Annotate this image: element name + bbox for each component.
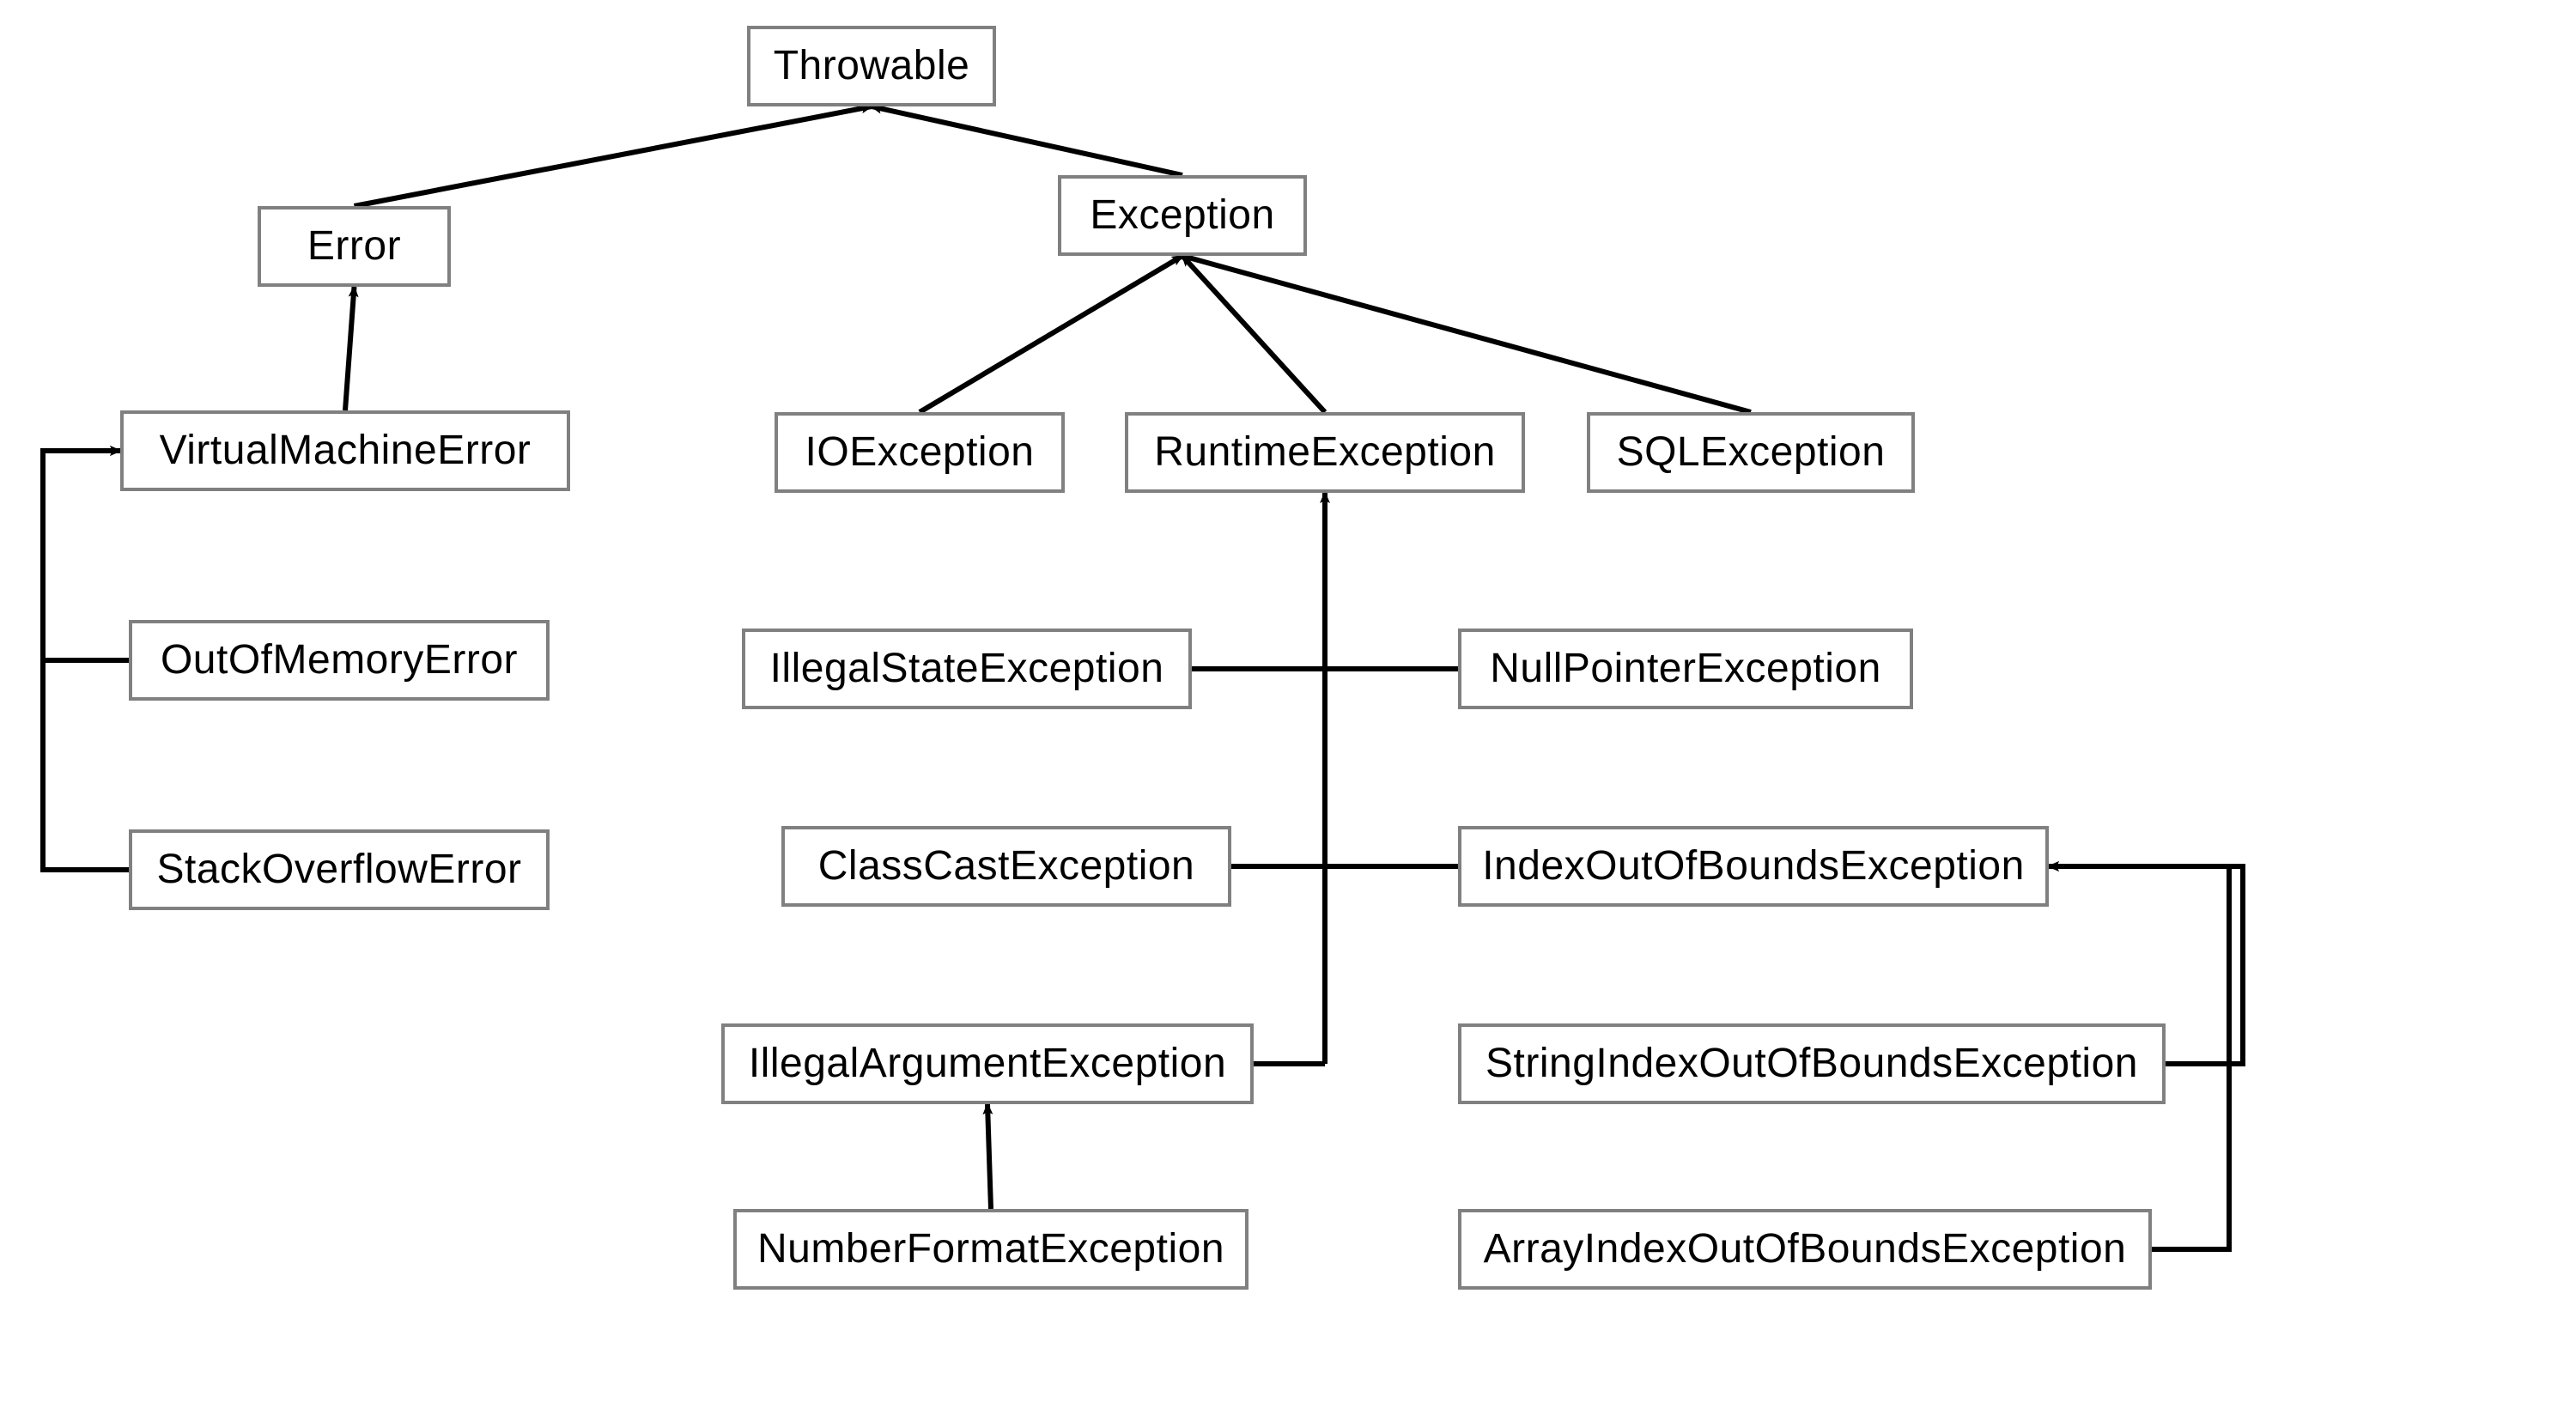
node-nullpointer: NullPointerException [1458, 629, 1913, 709]
node-stackoverflow: StackOverflowError [129, 829, 550, 910]
node-numberformat: NumberFormatException [733, 1209, 1249, 1290]
node-vmerror: VirtualMachineError [120, 410, 570, 491]
diagram-canvas: Throwable Error Exception VirtualMachineErr… [0, 0, 2576, 1415]
node-arrayindex: ArrayIndexOutOfBoundsException [1458, 1209, 2152, 1290]
node-illegalarg: IllegalArgumentException [721, 1023, 1254, 1104]
node-throwable: Throwable [747, 26, 996, 106]
node-illegalstate: IllegalStateException [742, 629, 1192, 709]
node-outofmemory: OutOfMemoryError [129, 620, 550, 701]
node-error: Error [258, 206, 451, 287]
node-indexout: IndexOutOfBoundsException [1458, 826, 2049, 907]
node-ioexception: IOException [775, 412, 1065, 493]
node-sqlexception: SQLException [1587, 412, 1915, 493]
node-stringindex: StringIndexOutOfBoundsException [1458, 1023, 2166, 1104]
node-classcast: ClassCastException [781, 826, 1231, 907]
node-exception: Exception [1058, 175, 1307, 256]
node-runtime: RuntimeException [1125, 412, 1525, 493]
